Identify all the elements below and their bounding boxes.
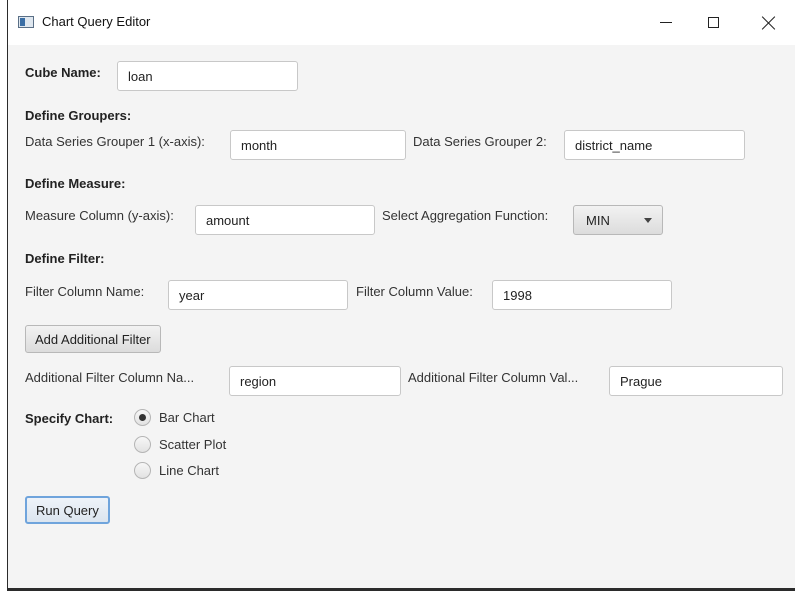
cube-name-input[interactable] [117, 61, 298, 91]
additional-filter-value-label: Additional Filter Column Val... [408, 370, 579, 385]
grouper1-input[interactable] [230, 130, 406, 160]
filter-value-label: Filter Column Value: [356, 284, 473, 299]
radio-bar-chart-label: Bar Chart [159, 410, 215, 425]
grouper1-label: Data Series Grouper 1 (x-axis): [25, 134, 205, 149]
filter-name-label: Filter Column Name: [25, 284, 145, 299]
radio-indicator [134, 462, 151, 479]
filter-value-input[interactable] [492, 280, 672, 310]
app-icon [18, 16, 34, 28]
maximize-icon [707, 17, 719, 28]
app-window: Chart Query Editor Cube Name: Define Gro… [7, 0, 795, 591]
measure-column-input[interactable] [195, 205, 375, 235]
define-groupers-heading: Define Groupers: [25, 108, 132, 123]
radio-scatter-plot[interactable]: Scatter Plot [134, 436, 226, 453]
grouper2-label: Data Series Grouper 2: [413, 134, 547, 149]
define-filter-heading: Define Filter: [25, 251, 105, 266]
close-icon [762, 16, 776, 30]
radio-indicator [134, 436, 151, 453]
cube-name-label: Cube Name: [25, 65, 101, 80]
radio-bar-chart[interactable]: Bar Chart [134, 409, 215, 426]
minimize-icon [660, 22, 672, 23]
specify-chart-label: Specify Chart: [25, 411, 114, 426]
chevron-down-icon [644, 217, 652, 223]
define-measure-heading: Define Measure: [25, 176, 126, 191]
additional-filter-name-input[interactable] [229, 366, 401, 396]
filter-name-input[interactable] [168, 280, 348, 310]
radio-line-chart[interactable]: Line Chart [134, 462, 219, 479]
grouper2-input[interactable] [564, 130, 745, 160]
measure-column-label: Measure Column (y-axis): [25, 208, 174, 223]
run-query-button[interactable]: Run Query [25, 496, 110, 524]
maximize-button[interactable] [690, 0, 736, 45]
window-title: Chart Query Editor [42, 14, 151, 29]
add-filter-button[interactable]: Add Additional Filter [25, 325, 161, 353]
minimize-button[interactable] [643, 0, 689, 45]
radio-indicator [134, 409, 151, 426]
aggregation-select[interactable]: MIN [573, 205, 663, 235]
close-button[interactable] [746, 0, 792, 45]
form-panel: Cube Name: Define Groupers: Data Series … [8, 45, 795, 588]
aggregation-label: Select Aggregation Function: [382, 208, 549, 223]
additional-filter-value-input[interactable] [609, 366, 783, 396]
radio-scatter-plot-label: Scatter Plot [159, 437, 227, 452]
title-bar: Chart Query Editor [8, 0, 795, 45]
radio-line-chart-label: Line Chart [159, 463, 219, 478]
aggregation-value: MIN [586, 212, 610, 228]
additional-filter-name-label: Additional Filter Column Na... [25, 370, 195, 385]
